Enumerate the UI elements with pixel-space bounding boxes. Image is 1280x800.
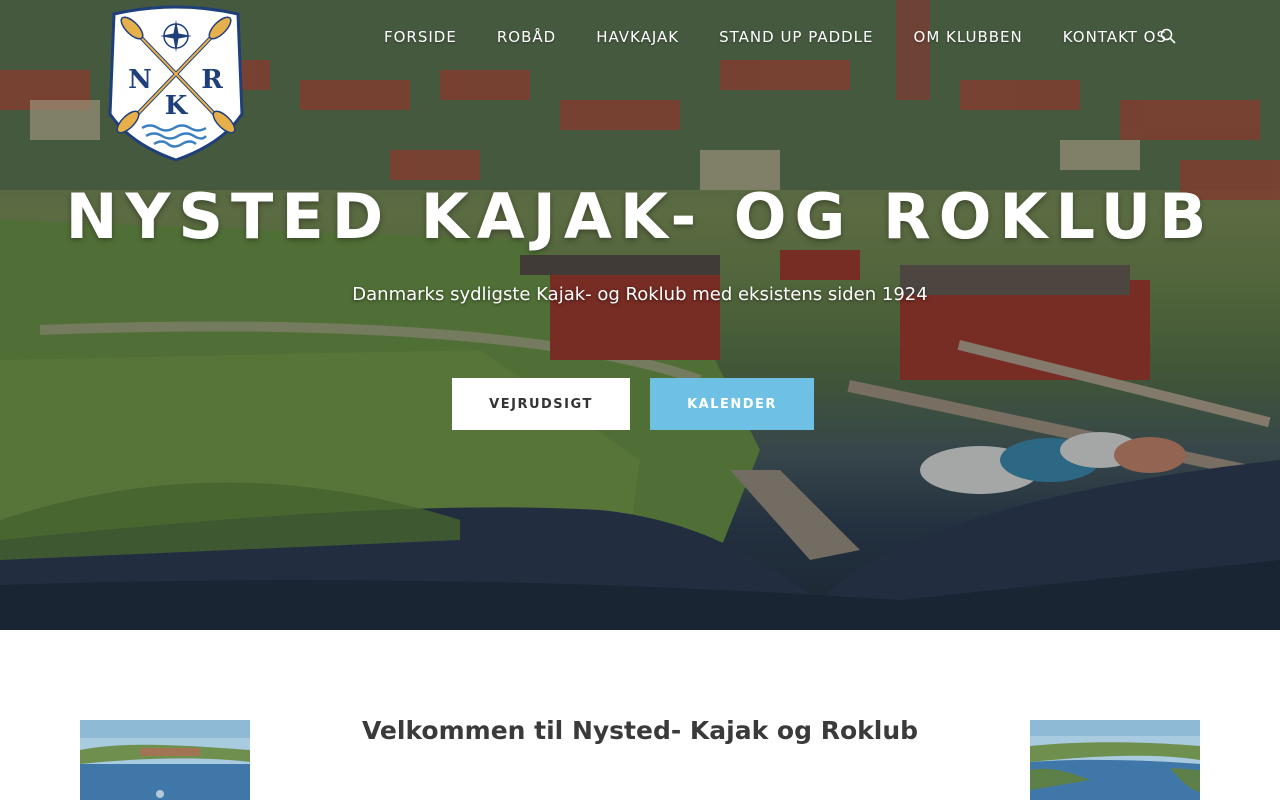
weather-button[interactable]: VEJRUDSIGT (452, 378, 630, 430)
nav-item-kontakt-os[interactable]: KONTAKT OS (1063, 28, 1167, 46)
nav-item-om-klubben[interactable]: OM KLUBBEN (914, 28, 1023, 46)
nav-item-robaad[interactable]: ROBÅD (497, 28, 556, 46)
logo-letter-k: K (165, 91, 189, 121)
calendar-button[interactable]: KALENDER (650, 378, 814, 430)
logo-letter-n: N (128, 65, 152, 95)
hero-title: NYSTED KAJAK- OG ROKLUB (65, 180, 1215, 253)
hero-subtitle: Danmarks sydligste Kajak- og Roklub med … (352, 284, 928, 305)
nav-item-stand-up-paddle[interactable]: STAND UP PADDLE (719, 28, 873, 46)
nav-item-havkajak[interactable]: HAVKAJAK (596, 28, 679, 46)
aerial-photo-left[interactable] (80, 720, 250, 800)
club-logo[interactable]: N R K (102, 4, 250, 162)
aerial-photo-right[interactable] (1030, 720, 1200, 800)
main-navigation: FORSIDE ROBÅD HAVKAJAK STAND UP PADDLE O… (384, 26, 1207, 48)
nav-item-forside[interactable]: FORSIDE (384, 28, 457, 46)
logo-letter-r: R (201, 65, 223, 95)
search-icon[interactable] (1160, 28, 1176, 44)
